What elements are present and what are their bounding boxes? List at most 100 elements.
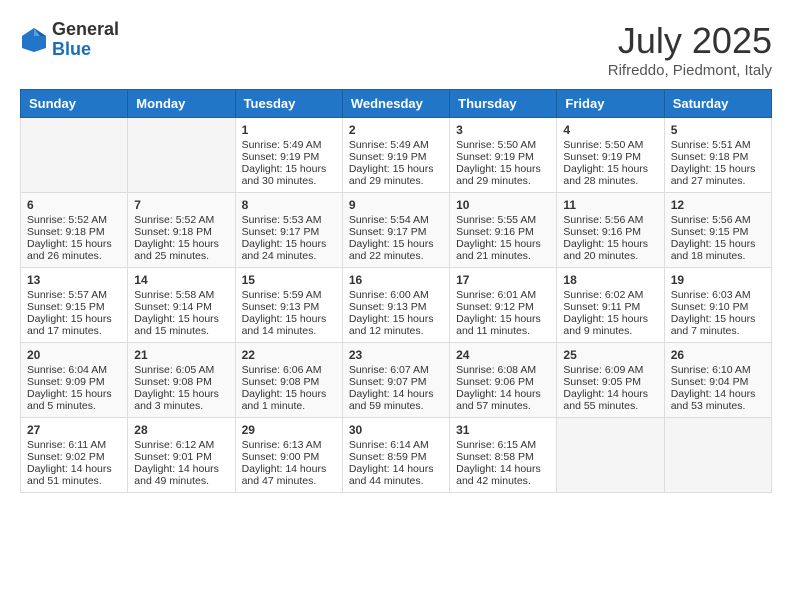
- day-info-line: Sunrise: 6:11 AM: [27, 439, 121, 451]
- day-info-line: Daylight: 15 hours: [27, 238, 121, 250]
- day-info-line: Sunrise: 6:08 AM: [456, 364, 550, 376]
- day-info-line: and 1 minute.: [242, 400, 336, 412]
- day-info-line: and 20 minutes.: [563, 250, 657, 262]
- location-subtitle: Rifreddo, Piedmont, Italy: [608, 62, 772, 79]
- day-number: 31: [456, 423, 550, 437]
- day-info-line: Sunset: 9:17 PM: [242, 226, 336, 238]
- calendar-cell: 2Sunrise: 5:49 AMSunset: 9:19 PMDaylight…: [342, 118, 449, 193]
- day-info-line: Sunset: 9:14 PM: [134, 301, 228, 313]
- day-number: 14: [134, 273, 228, 287]
- day-info-line: Sunset: 9:06 PM: [456, 376, 550, 388]
- calendar-cell: 10Sunrise: 5:55 AMSunset: 9:16 PMDayligh…: [450, 193, 557, 268]
- weekday-header-monday: Monday: [128, 90, 235, 118]
- day-info-line: and 18 minutes.: [671, 250, 765, 262]
- calendar-cell: 31Sunrise: 6:15 AMSunset: 8:58 PMDayligh…: [450, 418, 557, 493]
- day-info-line: and 29 minutes.: [349, 175, 443, 187]
- day-info-line: Sunset: 9:18 PM: [671, 151, 765, 163]
- day-info-line: and 47 minutes.: [242, 475, 336, 487]
- day-info-line: Daylight: 14 hours: [242, 463, 336, 475]
- calendar-cell: 26Sunrise: 6:10 AMSunset: 9:04 PMDayligh…: [664, 343, 771, 418]
- day-info-line: Sunset: 9:18 PM: [134, 226, 228, 238]
- day-info-line: Sunrise: 6:05 AM: [134, 364, 228, 376]
- day-number: 1: [242, 123, 336, 137]
- logo: General Blue: [20, 20, 119, 60]
- day-info-line: Sunset: 9:17 PM: [349, 226, 443, 238]
- day-info-line: Daylight: 14 hours: [134, 463, 228, 475]
- day-number: 20: [27, 348, 121, 362]
- day-info-line: and 55 minutes.: [563, 400, 657, 412]
- logo-blue-text: Blue: [52, 40, 119, 60]
- day-info-line: and 9 minutes.: [563, 325, 657, 337]
- day-info-line: and 22 minutes.: [349, 250, 443, 262]
- day-info-line: Sunset: 9:04 PM: [671, 376, 765, 388]
- day-info-line: Sunrise: 5:51 AM: [671, 139, 765, 151]
- day-info-line: Daylight: 15 hours: [349, 238, 443, 250]
- day-info-line: Sunset: 9:05 PM: [563, 376, 657, 388]
- day-info-line: Sunset: 9:13 PM: [349, 301, 443, 313]
- day-number: 24: [456, 348, 550, 362]
- calendar-cell: 24Sunrise: 6:08 AMSunset: 9:06 PMDayligh…: [450, 343, 557, 418]
- day-info-line: Sunrise: 5:50 AM: [563, 139, 657, 151]
- day-info-line: Sunset: 9:19 PM: [456, 151, 550, 163]
- day-number: 17: [456, 273, 550, 287]
- weekday-header-wednesday: Wednesday: [342, 90, 449, 118]
- calendar-week-row: 27Sunrise: 6:11 AMSunset: 9:02 PMDayligh…: [21, 418, 772, 493]
- day-info-line: Sunset: 9:19 PM: [242, 151, 336, 163]
- day-info-line: and 51 minutes.: [27, 475, 121, 487]
- day-info-line: Sunrise: 6:12 AM: [134, 439, 228, 451]
- day-info-line: Daylight: 14 hours: [563, 388, 657, 400]
- calendar-cell: [128, 118, 235, 193]
- day-info-line: and 49 minutes.: [134, 475, 228, 487]
- weekday-header-saturday: Saturday: [664, 90, 771, 118]
- calendar-cell: 22Sunrise: 6:06 AMSunset: 9:08 PMDayligh…: [235, 343, 342, 418]
- day-info-line: Sunrise: 5:54 AM: [349, 214, 443, 226]
- day-info-line: and 5 minutes.: [27, 400, 121, 412]
- day-info-line: Sunset: 9:15 PM: [27, 301, 121, 313]
- day-info-line: Daylight: 15 hours: [27, 313, 121, 325]
- day-info-line: Sunset: 9:09 PM: [27, 376, 121, 388]
- day-info-line: Sunset: 9:10 PM: [671, 301, 765, 313]
- day-info-line: Sunset: 9:19 PM: [563, 151, 657, 163]
- day-info-line: Daylight: 15 hours: [134, 388, 228, 400]
- calendar-cell: 12Sunrise: 5:56 AMSunset: 9:15 PMDayligh…: [664, 193, 771, 268]
- calendar-cell: 13Sunrise: 5:57 AMSunset: 9:15 PMDayligh…: [21, 268, 128, 343]
- month-year-title: July 2025: [608, 20, 772, 62]
- day-info-line: Daylight: 15 hours: [242, 163, 336, 175]
- day-info-line: Sunrise: 5:49 AM: [242, 139, 336, 151]
- day-info-line: Daylight: 15 hours: [134, 238, 228, 250]
- day-info-line: Sunset: 9:00 PM: [242, 451, 336, 463]
- calendar-cell: 19Sunrise: 6:03 AMSunset: 9:10 PMDayligh…: [664, 268, 771, 343]
- day-info-line: Daylight: 15 hours: [671, 163, 765, 175]
- day-info-line: Daylight: 15 hours: [563, 238, 657, 250]
- day-info-line: and 28 minutes.: [563, 175, 657, 187]
- day-info-line: Sunset: 9:02 PM: [27, 451, 121, 463]
- calendar-cell: 28Sunrise: 6:12 AMSunset: 9:01 PMDayligh…: [128, 418, 235, 493]
- calendar-cell: 4 Sunrise: 5:50 AMSunset: 9:19 PMDaylight…: [557, 118, 664, 193]
- day-info-line: Sunrise: 6:00 AM: [349, 289, 443, 301]
- day-info-line: Sunrise: 5:59 AM: [242, 289, 336, 301]
- calendar-cell: [557, 418, 664, 493]
- calendar-cell: 25Sunrise: 6:09 AMSunset: 9:05 PMDayligh…: [557, 343, 664, 418]
- calendar-cell: 9Sunrise: 5:54 AMSunset: 9:17 PMDaylight…: [342, 193, 449, 268]
- day-info-line: Daylight: 15 hours: [563, 163, 657, 175]
- title-block: July 2025 Rifreddo, Piedmont, Italy: [608, 20, 772, 79]
- weekday-header-friday: Friday: [557, 90, 664, 118]
- day-info-line: and 14 minutes.: [242, 325, 336, 337]
- day-info-line: Daylight: 15 hours: [242, 313, 336, 325]
- day-number: 18: [563, 273, 657, 287]
- calendar-cell: [21, 118, 128, 193]
- calendar-week-row: 13Sunrise: 5:57 AMSunset: 9:15 PMDayligh…: [21, 268, 772, 343]
- calendar-week-row: 6Sunrise: 5:52 AMSunset: 9:18 PMDaylight…: [21, 193, 772, 268]
- day-number: 21: [134, 348, 228, 362]
- day-info-line: Daylight: 14 hours: [349, 388, 443, 400]
- day-info-line: Sunrise: 6:07 AM: [349, 364, 443, 376]
- calendar-cell: 16Sunrise: 6:00 AMSunset: 9:13 PMDayligh…: [342, 268, 449, 343]
- day-info-line: Daylight: 15 hours: [456, 238, 550, 250]
- logo-text: General Blue: [52, 20, 119, 60]
- day-info-line: and 15 minutes.: [134, 325, 228, 337]
- calendar-header: SundayMondayTuesdayWednesdayThursdayFrid…: [21, 90, 772, 118]
- day-number: 4: [563, 123, 657, 137]
- day-info-line: Sunset: 9:16 PM: [563, 226, 657, 238]
- calendar-cell: 7Sunrise: 5:52 AMSunset: 9:18 PMDaylight…: [128, 193, 235, 268]
- day-info-line: Sunrise: 5:55 AM: [456, 214, 550, 226]
